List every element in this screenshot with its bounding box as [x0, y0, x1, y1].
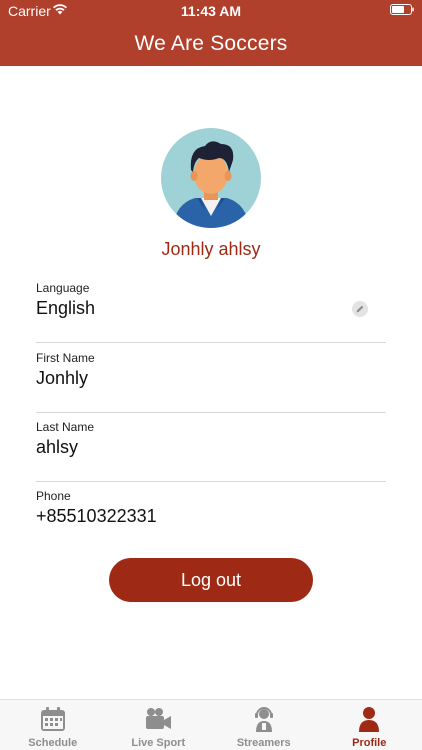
edit-pencil-icon[interactable] [352, 301, 368, 317]
video-camera-icon [146, 708, 172, 729]
phone-label: Phone [36, 489, 71, 503]
calendar-icon [40, 707, 65, 731]
person-icon [359, 707, 380, 732]
tab-profile[interactable]: Profile [317, 700, 422, 750]
battery-icon [390, 4, 414, 15]
last-name-label: Last Name [36, 420, 95, 434]
phone-value: +85510322331 [36, 506, 157, 526]
first-name-value: Jonhly [36, 368, 89, 388]
headset-person-icon [254, 707, 273, 732]
first-name-field[interactable]: First Name Jonhly [36, 351, 386, 413]
phone-field[interactable]: Phone +85510322331 [36, 489, 386, 551]
logout-button[interactable]: Log out [109, 558, 313, 602]
first-name-label: First Name [36, 351, 95, 365]
status-time: 11:43 AM [180, 3, 242, 19]
tab-streamers[interactable]: Streamers [211, 700, 317, 750]
language-value: English [36, 298, 96, 318]
status-bar: Carrier 11:43 AM [0, 0, 422, 22]
app-header: Carrier 11:43 AM We Are Soccers [0, 0, 422, 66]
tab-schedule[interactable]: Schedule [0, 700, 106, 750]
last-name-value: ahlsy [36, 437, 79, 457]
page-title: We Are Soccers [134, 32, 288, 55]
avatar[interactable] [161, 128, 261, 228]
tab-live-sport-label: Live Sport [131, 737, 186, 749]
language-label: Language [36, 281, 90, 295]
language-field[interactable]: Language English [36, 281, 386, 343]
tab-schedule-label: Schedule [28, 737, 78, 749]
tab-live-sport[interactable]: Live Sport [106, 700, 212, 750]
tab-streamers-label: Streamers [236, 737, 291, 749]
last-name-field[interactable]: Last Name ahlsy [36, 420, 386, 482]
tab-bar: Schedule Live Sport Streamers Profile [0, 699, 422, 750]
profile-name: Jonhly ahlsy [161, 239, 261, 259]
tab-profile-label: Profile [352, 737, 387, 749]
